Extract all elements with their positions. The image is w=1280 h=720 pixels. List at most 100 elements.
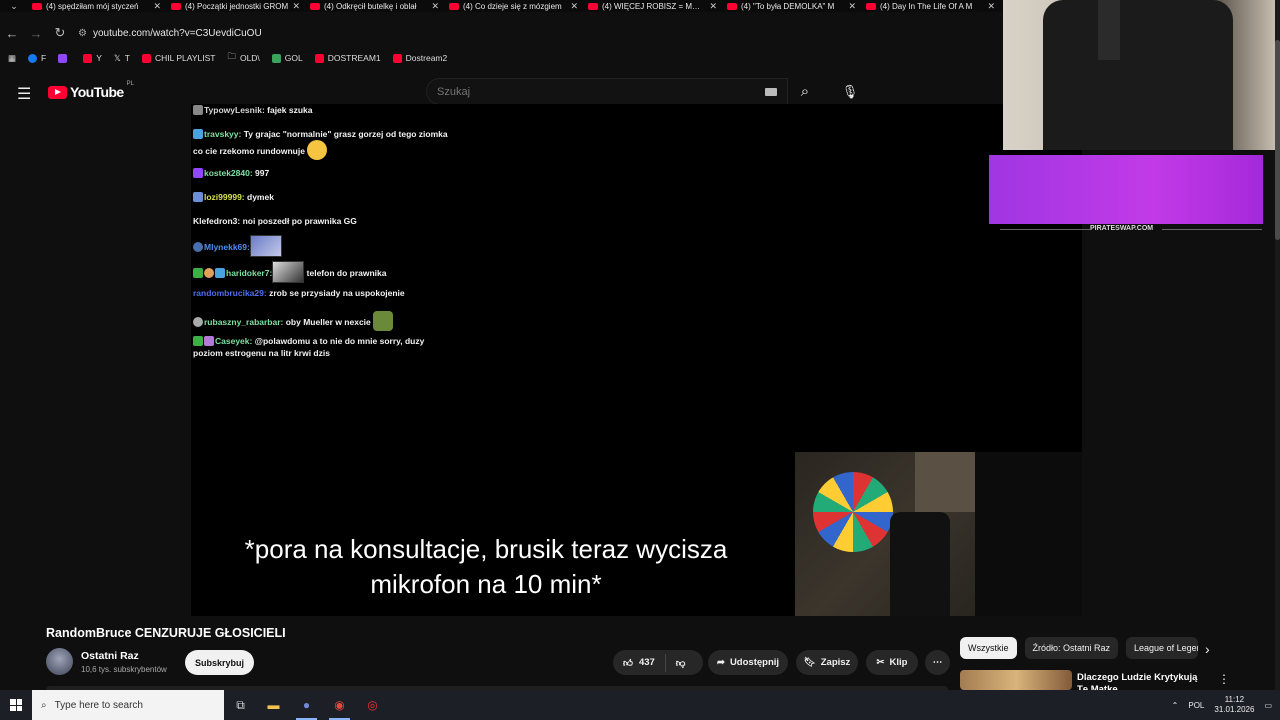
search-icon: ⌕ — [41, 699, 47, 711]
chat-message: lozi99999: dymek — [193, 191, 448, 203]
bookmark-item[interactable]: DOSTREAM1 — [314, 53, 381, 63]
bookmark-item[interactable]: Dostream2 — [392, 53, 447, 63]
chat-message: haridoker7: telefon do prawnika — [193, 261, 448, 283]
prize-wheel — [813, 472, 893, 552]
close-tab-icon[interactable]: ✕ — [848, 1, 856, 12]
task-view-icon[interactable]: ⧉ — [224, 690, 257, 720]
close-tab-icon[interactable]: ✕ — [987, 1, 995, 12]
back-arrow-icon[interactable]: ← — [0, 26, 24, 41]
chat-badge-icon — [193, 268, 203, 278]
dislike-button[interactable]: 👎︎ — [666, 657, 696, 669]
url-field[interactable]: ⚙ youtube.com/watch?v=C3UevdiCuOU — [78, 22, 1003, 44]
forward-arrow-icon[interactable]: → — [24, 26, 48, 41]
chat-badge-icon — [193, 317, 203, 327]
chip-league[interactable]: League of Legends — [1126, 637, 1199, 659]
bookmark-item[interactable]: F — [28, 53, 46, 63]
gaming-chair — [890, 512, 950, 616]
browser-tab[interactable]: (4) spędziłam mój styczeń ✕ — [28, 0, 167, 12]
close-tab-icon[interactable]: ✕ — [292, 1, 300, 12]
file-explorer-icon[interactable]: ▬ — [257, 690, 290, 720]
youtube-favicon-icon — [449, 2, 459, 10]
clock[interactable]: 11:12 31.01.2026 — [1214, 695, 1254, 715]
chat-badge-icon — [193, 168, 203, 178]
browser-tab[interactable]: (4) Co dzieje się z mózgiem ✕ — [445, 0, 584, 12]
share-button[interactable]: ➦ Udostępnij — [708, 650, 788, 675]
microphone-icon[interactable]: 🎙 — [836, 78, 864, 106]
tray-chevron-icon[interactable]: ⌃ — [1172, 701, 1179, 710]
video-player[interactable]: TypowyLesnik: fajek szuka travskyy: Ty g… — [191, 104, 1082, 616]
sponsor-banner[interactable] — [989, 155, 1263, 224]
chat-badge-icon — [193, 336, 203, 346]
more-vert-icon[interactable]: ⋮ — [1218, 672, 1230, 686]
streamer-figure — [975, 452, 1082, 616]
channel-avatar[interactable] — [46, 648, 73, 675]
youtube-play-icon — [48, 85, 67, 99]
close-tab-icon[interactable]: ✕ — [570, 1, 578, 12]
bookmark-item[interactable] — [58, 53, 71, 63]
discord-icon[interactable]: ● — [290, 690, 323, 720]
browser-tab[interactable]: (4) WIĘCEJ ROBISZ = MNIEJ ✕ — [584, 0, 723, 12]
close-tab-icon[interactable]: ✕ — [431, 1, 439, 12]
chat-badge-icon — [193, 192, 203, 202]
chat-badge-icon — [193, 242, 203, 252]
chip-source[interactable]: Źródło: Ostatni Raz — [1024, 637, 1119, 659]
bookmark-item[interactable]: 𝕏T — [114, 53, 130, 64]
sponsor-label: PIRATESWAP.COM — [1090, 225, 1154, 232]
start-button[interactable] — [0, 690, 32, 720]
taskbar-search[interactable]: ⌕ Type here to search — [32, 690, 224, 720]
browser-tab[interactable]: (4) Początki jednostki GROM ✕ — [167, 0, 306, 12]
facecam-overlay — [1003, 0, 1280, 150]
chip-all[interactable]: Wszystkie — [960, 637, 1017, 659]
close-tab-icon[interactable]: ✕ — [153, 1, 161, 12]
bookmark-item[interactable]: CHIL PLAYLIST — [141, 53, 215, 63]
site-info-icon[interactable]: ⚙ — [78, 28, 87, 39]
language-indicator[interactable]: POL — [1188, 701, 1204, 710]
streamer-camera-feed — [795, 452, 1082, 616]
youtube-icon — [83, 53, 93, 63]
thumbs-up-icon: 👍︎ — [623, 657, 633, 669]
recording-app-icon[interactable]: ◎ — [356, 690, 389, 720]
folder-icon: 🗀 — [227, 51, 236, 61]
browser-tab[interactable]: (4) Day In The Life Of A M ✕ — [862, 0, 1001, 12]
subscriber-count: 10,6 tys. subskrybentów — [81, 665, 167, 674]
tab-search-button[interactable]: ⌄ — [0, 0, 28, 12]
save-button[interactable]: 🔖︎ Zapisz — [796, 650, 858, 675]
apps-grid-icon[interactable]: ▦ — [8, 53, 16, 64]
youtube-favicon-icon — [588, 2, 598, 10]
search-input[interactable] — [437, 85, 757, 98]
bookmark-item[interactable]: Y — [83, 53, 102, 63]
search-icon[interactable]: ⌕ — [788, 78, 822, 105]
browser-tab[interactable]: (4) "To była DEMOLKA" M ✕ — [723, 0, 862, 12]
chrome-icon[interactable]: ◉ — [323, 690, 356, 720]
subscribe-button[interactable]: Subskrybuj — [185, 650, 254, 675]
chat-badge-icon — [193, 105, 203, 115]
youtube-logo[interactable]: YouTube PL — [48, 81, 134, 100]
chat-message: Caseyek: @polawdomu a to nie do mnie sor… — [193, 336, 425, 358]
more-actions-button[interactable]: ⋯ — [925, 650, 950, 675]
recommended-thumbnail[interactable] — [960, 670, 1072, 690]
channel-name[interactable]: Ostatni Raz — [81, 650, 139, 662]
menu-icon[interactable]: ☰ — [17, 84, 31, 104]
bookmark-item[interactable]: GOL — [271, 53, 303, 63]
close-tab-icon[interactable]: ✕ — [709, 1, 717, 12]
clip-button[interactable]: ✂ Klip — [866, 650, 918, 675]
scrollbar-thumb[interactable] — [1275, 40, 1280, 240]
keyboard-icon[interactable] — [765, 88, 777, 96]
windows-taskbar: ⌕ Type here to search ⧉ ▬ ● ◉ ◎ ⌃ POL 11:… — [0, 690, 1280, 720]
reload-icon[interactable]: ↻ — [48, 25, 72, 41]
recommended-title[interactable]: Dlaczego Ludzie Krytykują Tę Matkę Niepe… — [1077, 672, 1207, 692]
notification-icon[interactable]: ▭ — [1264, 701, 1272, 710]
video-title: RandomBruce CENZURUJE GŁOSICIELI — [46, 626, 286, 640]
more-dots-icon: ⋯ — [932, 657, 943, 668]
emote-image — [249, 235, 282, 257]
like-button[interactable]: 👍︎ 437 — [613, 653, 666, 672]
bookmark-folder[interactable]: 🗀 OLD\ — [227, 51, 259, 65]
chat-badge-icon — [204, 268, 214, 278]
youtube-icon — [392, 53, 402, 63]
filter-chips: Wszystkie Źródło: Ostatni Raz League of … — [960, 637, 1199, 659]
divider — [1162, 229, 1262, 230]
browser-tab[interactable]: (4) Odkręcił butelkę i oblał ✕ — [306, 0, 445, 12]
chevron-right-icon[interactable]: › — [1205, 641, 1210, 657]
chat-message: randombrucika29: zrob se przysiady na us… — [193, 288, 405, 298]
page-scrollbar[interactable] — [1275, 0, 1280, 690]
